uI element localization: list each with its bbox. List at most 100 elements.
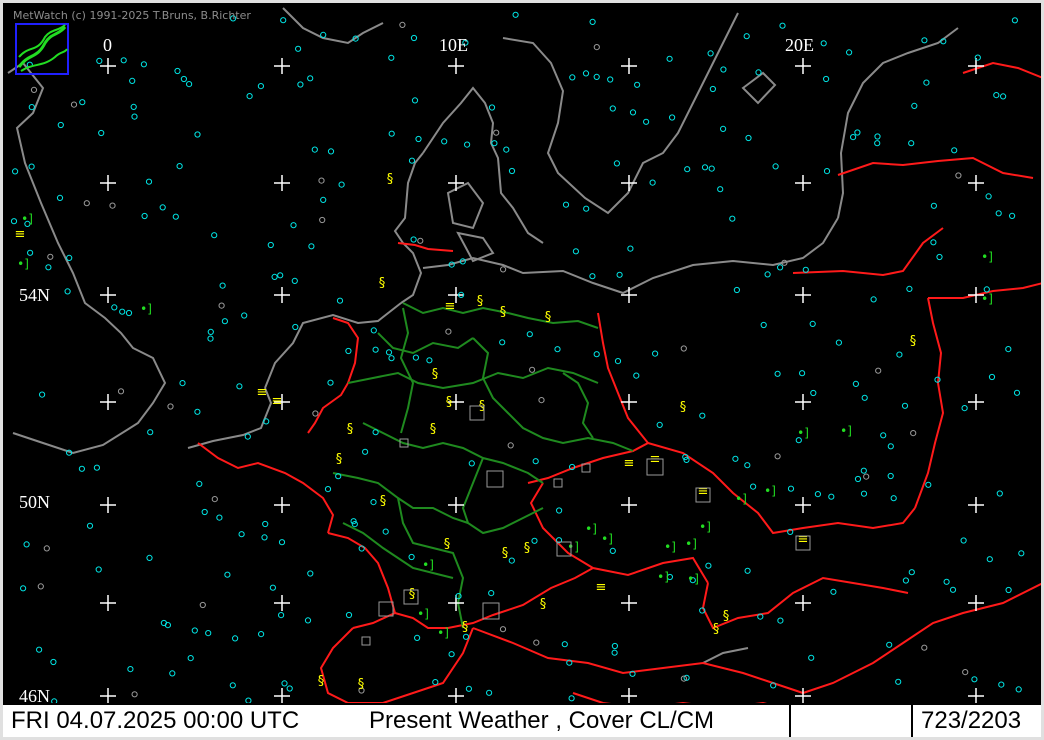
- station-marker: [127, 666, 134, 673]
- station-marker: [1000, 93, 1007, 100]
- station-marker: [66, 254, 73, 261]
- station-marker: [733, 286, 741, 294]
- weather-map[interactable]: §§§ §§§§ §§ §§§§§ §§§§§§§§§§≡≡≡ ≡≡≡≡≡≡•]•]•]•…: [3, 3, 1044, 740]
- station-marker: [382, 528, 389, 535]
- station-marker: [572, 248, 580, 255]
- station-marker: [27, 249, 34, 256]
- station-marker: [194, 408, 201, 415]
- station-marker: [307, 570, 314, 577]
- weather-symbol: •]: [140, 302, 152, 316]
- station-marker: [229, 682, 236, 689]
- weather-symbol: •]: [417, 607, 429, 621]
- station-marker: [779, 22, 786, 29]
- station-marker: [415, 135, 422, 143]
- station-marker: [508, 557, 515, 564]
- station-marker: [643, 118, 650, 125]
- grid-cross: [795, 287, 811, 303]
- weather-symbol: §: [318, 674, 325, 689]
- border-baltics: [837, 156, 1034, 179]
- station-marker: [311, 146, 318, 153]
- station-marker: [828, 493, 835, 500]
- weather-symbol: •]: [840, 424, 852, 438]
- grid-cross: [274, 497, 290, 513]
- station-marker: [297, 81, 304, 88]
- station-marker: [709, 85, 717, 93]
- station-marker: [109, 202, 116, 209]
- station-marker: [45, 264, 52, 271]
- state-borders: [332, 302, 634, 629]
- station-marker: [820, 40, 827, 47]
- station-marker: [614, 358, 622, 365]
- station-marker: [278, 612, 285, 619]
- station-marker: [336, 297, 344, 304]
- station-marker: [998, 681, 1005, 688]
- station-marker: [324, 486, 332, 493]
- status-product: Present Weather , Cover CL/CM: [369, 707, 715, 734]
- station-marker: [236, 383, 243, 390]
- station-marker: [261, 534, 268, 541]
- station-marker: [875, 367, 882, 374]
- station-marker: [307, 75, 314, 82]
- weather-symbol: §: [446, 395, 453, 410]
- station-marker: [870, 296, 877, 303]
- grid-cross: [100, 595, 116, 611]
- station-marker: [292, 323, 299, 331]
- station-marker: [238, 531, 245, 538]
- border-cz-at: [529, 482, 709, 584]
- station-marker: [993, 92, 1000, 99]
- station-marker: [271, 273, 278, 280]
- station-marker: [908, 140, 915, 147]
- grid-cross: [100, 688, 116, 704]
- station-marker: [468, 460, 475, 467]
- weather-symbol: •]: [981, 250, 993, 264]
- weather-symbol: §: [500, 305, 507, 320]
- station-marker: [145, 178, 153, 185]
- station-marker: [194, 131, 201, 138]
- station-marker: [120, 57, 127, 64]
- border-de-fr: [327, 532, 396, 614]
- station-marker: [414, 634, 421, 642]
- station-marker: [808, 654, 815, 661]
- station-marker: [269, 584, 276, 591]
- station-marker: [613, 160, 621, 167]
- station-marker: [146, 554, 153, 562]
- station-marker: [43, 545, 50, 552]
- station-marker: [777, 264, 784, 271]
- weather-symbol: §: [336, 452, 343, 467]
- station-marker: [921, 644, 928, 651]
- station-marker: [117, 388, 125, 395]
- station-marker: [131, 113, 138, 120]
- grid-cross: [795, 58, 811, 74]
- coastline-islands: [446, 181, 495, 263]
- station-marker: [464, 141, 471, 148]
- station-marker: [465, 685, 472, 692]
- weather-symbol: ≡: [798, 532, 809, 547]
- station-marker: [56, 194, 64, 201]
- coastlines: [7, 7, 959, 664]
- station-marker: [512, 11, 519, 18]
- station-marker: [499, 626, 507, 633]
- station-marker: [50, 658, 57, 666]
- grid-cross: [100, 497, 116, 513]
- station-marker: [529, 366, 536, 373]
- station-marker: [278, 539, 286, 546]
- lat-label-50n: 50N: [19, 492, 50, 512]
- station-marker: [488, 104, 496, 111]
- station-marker: [23, 541, 30, 548]
- station-marker: [589, 18, 596, 25]
- station-marker: [370, 327, 377, 334]
- weather-symbol: •]: [601, 532, 613, 546]
- weather-symbol: §: [680, 400, 687, 415]
- station-markers: [10, 11, 1025, 705]
- station-marker: [244, 433, 251, 440]
- station-marker: [531, 537, 538, 544]
- weather-symbol: §: [910, 334, 917, 349]
- station-marker: [823, 75, 830, 83]
- station-marker: [814, 491, 822, 498]
- station-marker: [649, 179, 656, 186]
- station-marker: [810, 389, 817, 397]
- station-marker: [863, 473, 870, 480]
- station-marker: [191, 627, 198, 634]
- station-marker: [961, 405, 968, 412]
- station-marker: [370, 499, 377, 506]
